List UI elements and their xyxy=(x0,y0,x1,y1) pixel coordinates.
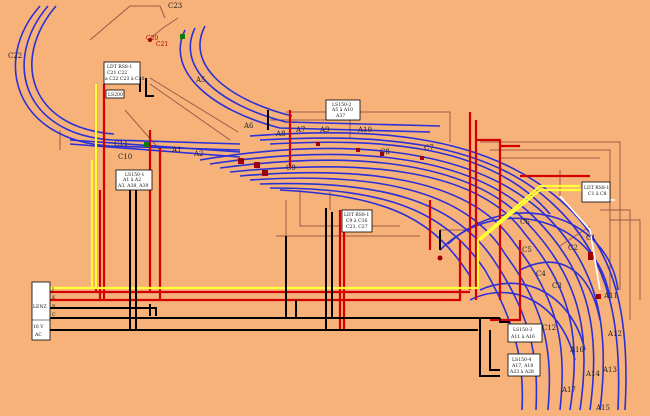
black-wires xyxy=(50,78,510,377)
box-ldt-mid: LDT RS8-1 C9 à C16 C23, C27 xyxy=(341,209,373,233)
box-lenz-ac: AC xyxy=(34,332,42,338)
track-wiring-diagram: LDT RS8-1 C21 C22 a C22 C23 à C20 LS200 … xyxy=(0,0,650,412)
box-ls150-1-line1: A1 à A2 xyxy=(122,176,141,183)
label-c9: C9 xyxy=(286,164,296,172)
box-lenz-title: LENZ xyxy=(33,304,47,310)
label-c6: C6 xyxy=(520,218,530,226)
label-a7: A7 xyxy=(295,126,306,134)
box-ls150-4-line1: A17, A18 xyxy=(511,363,533,369)
label-a6: A6 xyxy=(243,122,254,130)
box-ls150-4-title: LS150-4 xyxy=(512,357,532,363)
box-lenz-16v: 16 V xyxy=(33,324,44,330)
box-ls200: LS200 xyxy=(105,89,125,99)
box-ls150-4: LS150-4 A17, A18 A23 à A28 xyxy=(507,353,541,377)
box-ls150-3-line1: A11 à A16 xyxy=(510,333,535,340)
track-markers xyxy=(144,34,601,299)
label-a14: A14 xyxy=(585,370,601,378)
box-lenz-j: J xyxy=(51,287,54,293)
label-a15: A15 xyxy=(595,404,610,412)
box-ls150-3-title: LS150-3 xyxy=(513,327,533,333)
box-ldt-top: LDT RS8-1 C21 C22 a C22 C23 à C20 xyxy=(103,61,144,85)
label-c23: C23 xyxy=(168,2,182,10)
box-ldt-right: LDT RS8-1 C1 à C8 xyxy=(581,181,611,203)
diagram-canvas: LDT RS8-1 C21 C22 a C22 C23 à C20 LS200 … xyxy=(8,2,641,412)
box-ls150-3: LS150-3 A11 à A16 xyxy=(507,323,543,343)
label-c22: C22 xyxy=(8,52,22,60)
box-ls150-1-line2: A3, A38, A39 xyxy=(117,183,148,189)
label-c1: C1 xyxy=(586,234,596,242)
label-a8: A8 xyxy=(275,130,286,138)
label-c12: C12 xyxy=(542,324,556,332)
box-ldt-top-line1: C21 C22 xyxy=(107,70,127,76)
label-c10: C10 xyxy=(118,153,132,161)
label-c3: C3 xyxy=(552,282,562,290)
box-lenz: LENZ J K B C 16 V AC xyxy=(31,281,56,341)
label-a2: A2 xyxy=(193,150,204,158)
label-a9: A9 xyxy=(319,126,330,134)
box-ldt-mid-line1: C9 à C16 xyxy=(346,217,368,224)
box-ldt-right-line1: C1 à C8 xyxy=(588,190,607,197)
box-ls150-1: LS150-1 A1 à A2 A3, A38, A39 xyxy=(115,169,153,191)
label-a13: A13 xyxy=(602,366,617,374)
label-c5: C5 xyxy=(522,246,532,254)
box-ls150-2-line1: A5 à A10 xyxy=(331,106,353,113)
box-lenz-c: C xyxy=(52,312,56,318)
label-c8: C8 xyxy=(380,148,390,156)
label-a12: A12 xyxy=(607,330,622,338)
label-a17: A17 xyxy=(561,386,576,394)
box-ldt-top-title: LDT RS8-1 xyxy=(107,64,132,70)
label-a1: A1 xyxy=(171,146,182,154)
label-c2: C2 xyxy=(568,244,578,252)
label-c21: C21 xyxy=(156,41,168,48)
box-ldt-top-line2: a C22 C23 à C20 xyxy=(105,75,144,82)
label-c7: C7 xyxy=(424,144,434,152)
box-ldt-mid-line2: C23, C27 xyxy=(346,224,368,230)
label-a5: A5 xyxy=(195,76,206,84)
box-ldt-right-title: LDT RS8-1 xyxy=(584,185,609,191)
box-ls150-2-line2: A37 xyxy=(335,113,345,119)
box-ls200-title: LS200 xyxy=(108,92,123,98)
box-lenz-k: K xyxy=(52,295,56,301)
label-a11: A11 xyxy=(603,292,618,300)
label-a16: A16 xyxy=(569,346,585,354)
label-a10: A10 xyxy=(357,126,372,134)
box-ldt-mid-title: LDT RS8-1 xyxy=(344,212,369,218)
box-ls150-2: LS150-2 A5 à A10 A37 xyxy=(325,99,361,121)
label-c11: C11 xyxy=(114,140,128,148)
label-c4: C4 xyxy=(536,270,546,278)
box-ls150-4-line2: A23 à A28 xyxy=(509,368,534,375)
